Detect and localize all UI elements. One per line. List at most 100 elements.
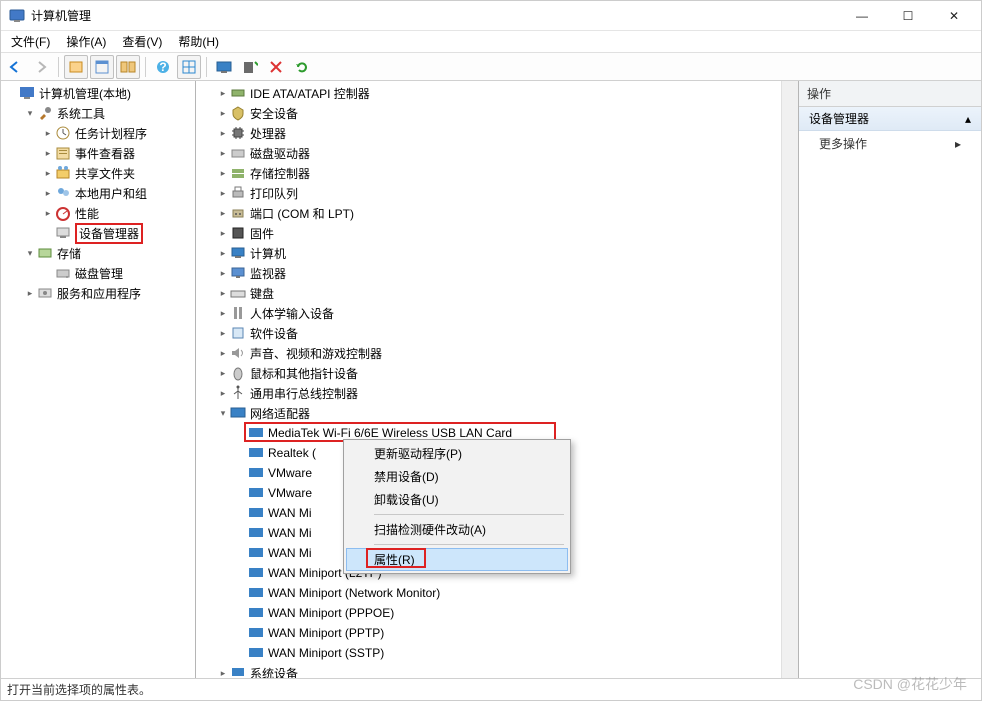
nic-icon [248,645,264,661]
cat-keyboard[interactable]: ▸键盘 [214,283,777,303]
cat-sw-device[interactable]: ▸软件设备 [214,323,777,343]
cat-firmware[interactable]: ▸固件 [214,223,777,243]
security-icon [230,105,246,121]
tree-device-manager[interactable]: 设备管理器 [39,223,193,243]
tree-event-viewer[interactable]: ▸事件查看器 [39,143,193,163]
device-manager-icon [55,225,71,241]
status-text: 打开当前选择项的属性表。 [7,681,151,698]
clock-icon [55,125,71,141]
services-icon [37,285,53,301]
cat-ide[interactable]: ▸IDE ATA/ATAPI 控制器 [214,83,777,103]
tree-disk-mgmt[interactable]: 磁盘管理 [39,263,193,283]
minimize-button[interactable]: — [839,1,885,31]
net-item-11[interactable]: WAN Miniport (SSTP) [232,643,777,663]
delete-button[interactable] [264,55,288,79]
tree-task-scheduler[interactable]: ▸任务计划程序 [39,123,193,143]
cat-hid[interactable]: ▸人体学输入设备 [214,303,777,323]
menu-view[interactable]: 查看(V) [116,31,168,52]
cat-ports[interactable]: ▸端口 (COM 和 LPT) [214,203,777,223]
nic-icon [248,605,264,621]
menu-action[interactable]: 操作(A) [60,31,112,52]
mid-scrollbar[interactable] [781,81,798,678]
cm-properties[interactable]: 属性(R) [346,548,568,571]
device-tree-panel: ▸IDE ATA/ATAPI 控制器 ▸安全设备 ▸处理器 ▸磁盘驱动器 ▸存储… [196,81,781,678]
sw-icon [230,325,246,341]
menu-file[interactable]: 文件(F) [5,31,56,52]
storage-ctl-icon [230,165,246,181]
cat-cpu[interactable]: ▸处理器 [214,123,777,143]
tools-icon [37,105,53,121]
scan-button[interactable] [238,55,262,79]
nic-icon [248,565,264,581]
maximize-button[interactable]: ☐ [885,1,931,31]
net-item-8[interactable]: WAN Miniport (Network Monitor) [232,583,777,603]
network-icon [230,405,246,421]
tree-local-users[interactable]: ▸本地用户和组 [39,183,193,203]
cat-print-queue[interactable]: ▸打印队列 [214,183,777,203]
cm-disable[interactable]: 禁用设备(D) [346,465,568,488]
menu-help[interactable]: 帮助(H) [172,31,225,52]
sound-icon [230,345,246,361]
tree-storage[interactable]: ▾存储 [21,243,193,263]
mouse-icon [230,365,246,381]
actions-more[interactable]: 更多操作 ▸ [799,131,981,156]
cat-system-devices[interactable]: ▸系统设备 [214,663,777,678]
app-icon [9,8,25,24]
cat-storage-ctl[interactable]: ▸存储控制器 [214,163,777,183]
toolbar-btn-1[interactable] [64,55,88,79]
menubar: 文件(F) 操作(A) 查看(V) 帮助(H) [1,31,981,53]
ide-icon [230,85,246,101]
help-button[interactable]: ? [151,55,175,79]
sys-dev-icon [230,665,246,678]
cm-update-driver[interactable]: 更新驱动程序(P) [346,442,568,465]
nic-icon [248,465,264,481]
hid-icon [230,305,246,321]
net-item-10[interactable]: WAN Miniport (PPTP) [232,623,777,643]
tree-shared-folders[interactable]: ▸共享文件夹 [39,163,193,183]
cat-network[interactable]: ▾网络适配器 [214,403,777,423]
cat-usb[interactable]: ▸通用串行总线控制器 [214,383,777,403]
actions-sub-device-manager[interactable]: 设备管理器 ▴ [799,107,981,131]
cat-disk-drives[interactable]: ▸磁盘驱动器 [214,143,777,163]
toolbar-btn-2[interactable] [90,55,114,79]
nic-icon [248,485,264,501]
nic-icon [248,445,264,461]
toolbar-btn-3[interactable] [116,55,140,79]
tree-services-apps[interactable]: ▸服务和应用程序 [21,283,193,303]
context-menu: 更新驱动程序(P) 禁用设备(D) 卸载设备(U) 扫描检测硬件改动(A) 属性… [343,439,571,574]
perf-icon [55,205,71,221]
cat-mouse[interactable]: ▸鼠标和其他指针设备 [214,363,777,383]
net-item-9[interactable]: WAN Miniport (PPPOE) [232,603,777,623]
cat-computer[interactable]: ▸计算机 [214,243,777,263]
cm-scan[interactable]: 扫描检测硬件改动(A) [346,518,568,541]
refresh-button[interactable] [290,55,314,79]
toolbar-btn-5[interactable] [177,55,201,79]
device-monitor-button[interactable] [212,55,236,79]
nic-icon [248,505,264,521]
cat-sound[interactable]: ▸声音、视频和游戏控制器 [214,343,777,363]
left-tree-panel: 计算机管理(本地) ▾系统工具 ▸任务计划程序 ▸事件查看器 ▸共享文件夹 ▸本… [1,81,196,678]
status-bar: 打开当前选择项的属性表。 [1,678,981,700]
hdd-icon [230,145,246,161]
nic-icon [248,425,264,441]
tree-performance[interactable]: ▸性能 [39,203,193,223]
cat-security[interactable]: ▸安全设备 [214,103,777,123]
nic-icon [248,525,264,541]
ports-icon [230,205,246,221]
back-button[interactable] [3,55,27,79]
printer-icon [230,185,246,201]
disk-icon [55,265,71,281]
forward-button[interactable] [29,55,53,79]
close-button[interactable]: ✕ [931,1,977,31]
window-title: 计算机管理 [31,7,839,24]
cpu-icon [230,125,246,141]
nic-icon [248,545,264,561]
cm-uninstall[interactable]: 卸载设备(U) [346,488,568,511]
event-icon [55,145,71,161]
cat-monitor[interactable]: ▸监视器 [214,263,777,283]
tree-system-tools[interactable]: ▾系统工具 [21,103,193,123]
svg-text:?: ? [159,60,166,74]
firmware-icon [230,225,246,241]
tree-root[interactable]: 计算机管理(本地) [3,83,193,103]
titlebar: 计算机管理 — ☐ ✕ [1,1,981,31]
